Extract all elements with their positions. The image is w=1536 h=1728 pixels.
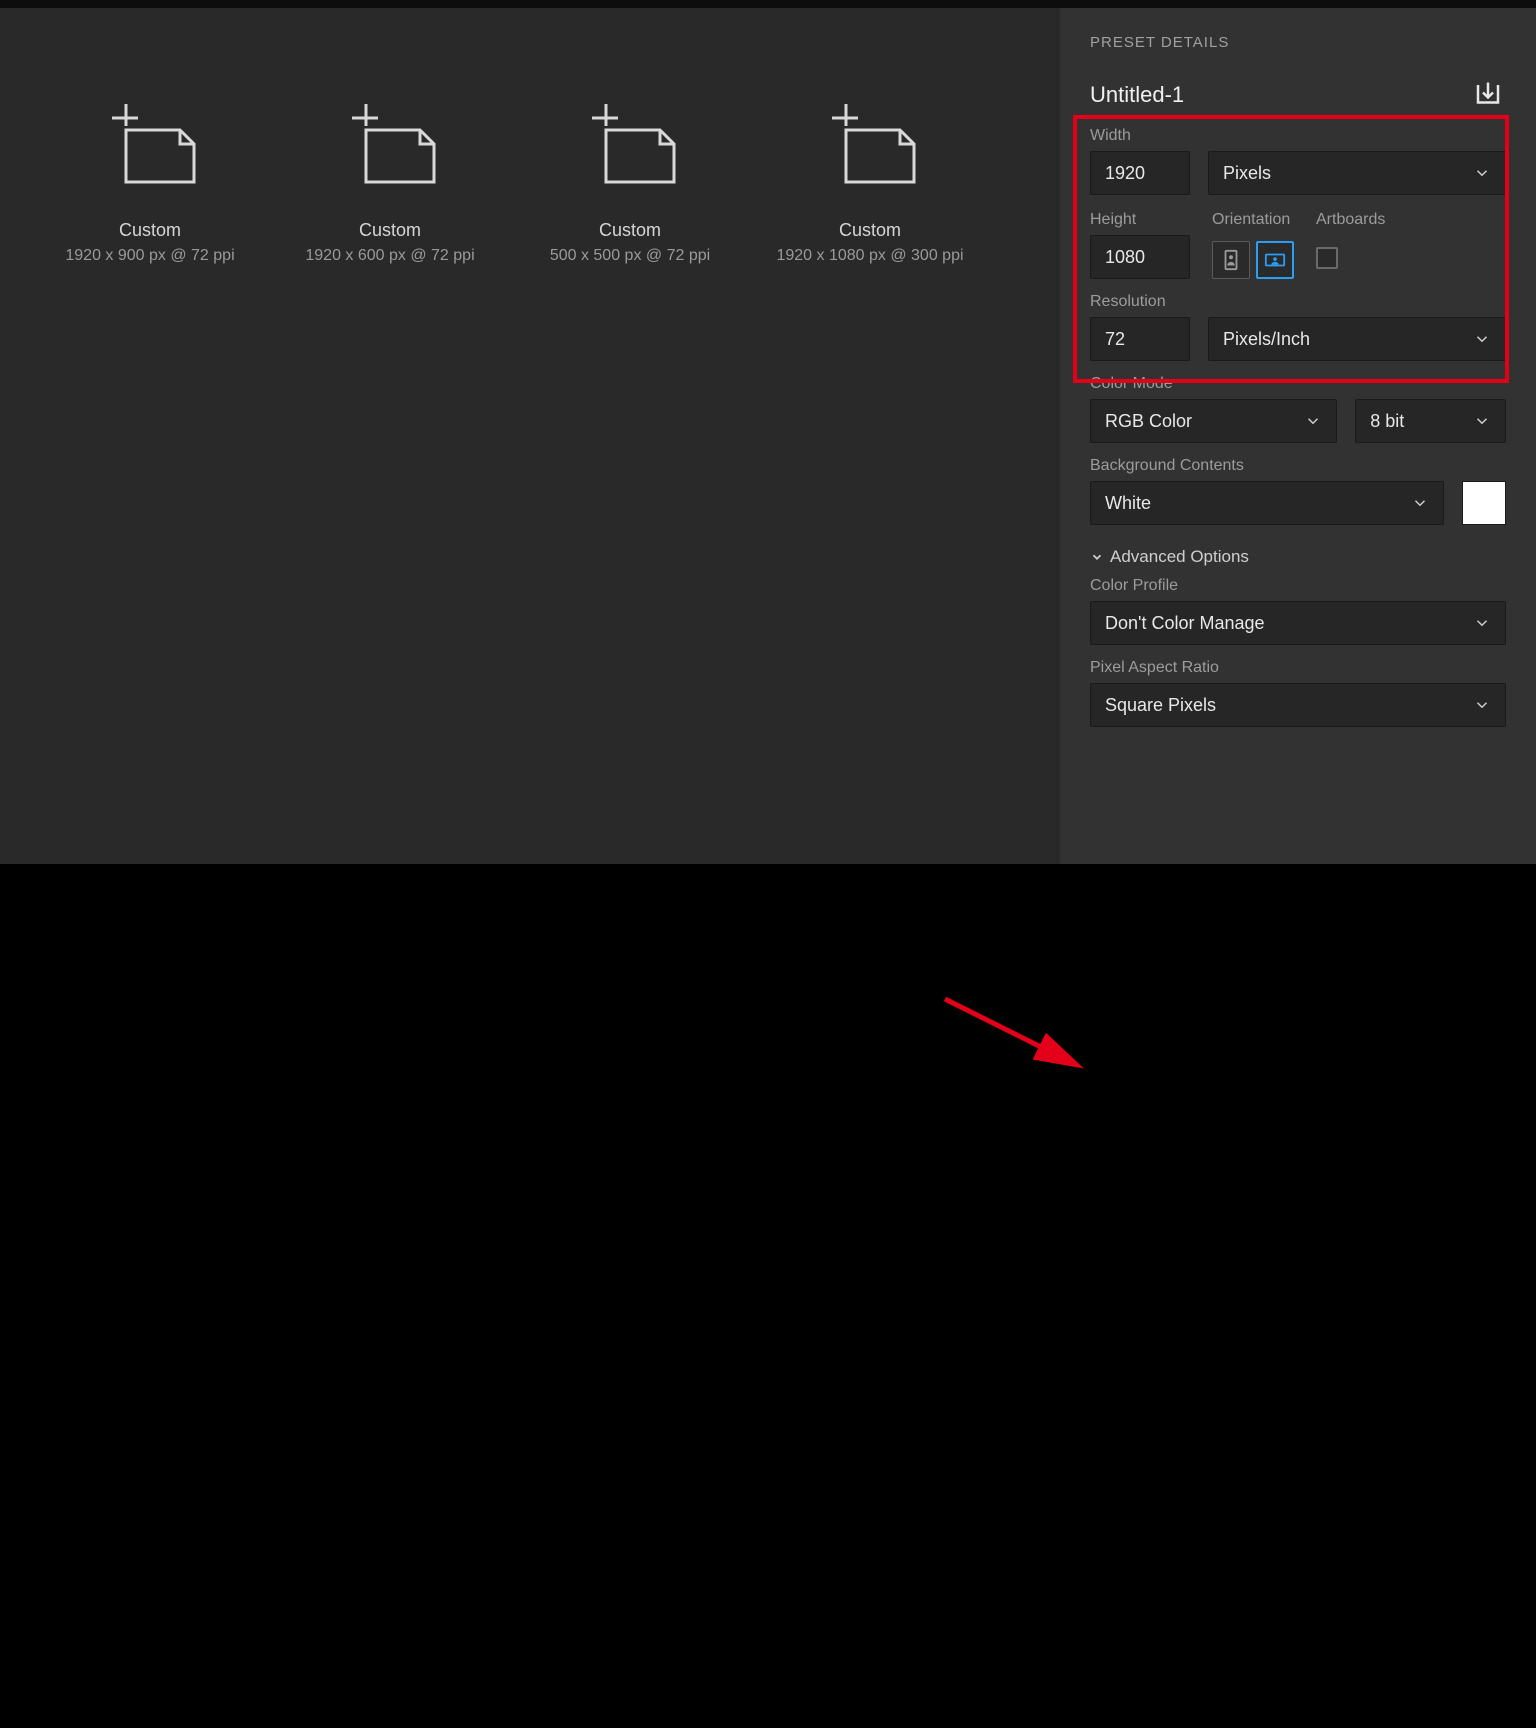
preset-title: Custom (359, 220, 421, 241)
preset-gallery: Custom 1920 x 900 px @ 72 ppi Custom 192… (0, 8, 1060, 864)
preset-meta: 1920 x 900 px @ 72 ppi (65, 247, 234, 265)
advanced-options-toggle[interactable]: Advanced Options (1090, 547, 1506, 567)
preset-card[interactable]: Custom 1920 x 1080 px @ 300 ppi (750, 98, 990, 265)
preset-card[interactable]: Custom 500 x 500 px @ 72 ppi (510, 98, 750, 265)
document-name-input[interactable]: Untitled-1 (1090, 82, 1184, 108)
chevron-down-icon (1411, 494, 1429, 512)
preset-meta: 1920 x 1080 px @ 300 ppi (776, 247, 963, 265)
annotation-arrow (0, 864, 1536, 1728)
document-icon (820, 98, 920, 198)
preset-card[interactable]: Custom 1920 x 600 px @ 72 ppi (270, 98, 510, 265)
artboards-label: Artboards (1316, 211, 1385, 229)
artboards-checkbox[interactable] (1316, 247, 1338, 269)
landscape-icon (1264, 249, 1286, 271)
chevron-down-icon (1473, 696, 1491, 714)
preset-card[interactable]: Custom 1920 x 900 px @ 72 ppi (30, 98, 270, 265)
background-label: Background Contents (1090, 457, 1506, 475)
portrait-icon (1220, 249, 1242, 271)
chevron-down-icon (1090, 550, 1104, 564)
height-input[interactable]: 1080 (1090, 235, 1190, 279)
chevron-down-icon (1473, 412, 1491, 430)
orientation-label: Orientation (1212, 211, 1294, 229)
background-select[interactable]: White (1090, 481, 1444, 525)
resolution-input[interactable]: 72 (1090, 317, 1190, 361)
orientation-portrait-button[interactable] (1212, 241, 1250, 279)
document-icon (340, 98, 440, 198)
color-mode-select[interactable]: RGB Color (1090, 399, 1337, 443)
chevron-down-icon (1473, 330, 1491, 348)
document-icon (100, 98, 200, 198)
chevron-down-icon (1473, 164, 1491, 182)
preset-details-panel: PRESET DETAILS Untitled-1 Width 1920 Pix… (1060, 8, 1536, 864)
save-preset-button[interactable] (1470, 77, 1506, 113)
preset-title: Custom (119, 220, 181, 241)
color-mode-label: Color Mode (1090, 375, 1506, 393)
preset-meta: 500 x 500 px @ 72 ppi (550, 247, 710, 265)
document-icon (580, 98, 680, 198)
orientation-landscape-button[interactable] (1256, 241, 1294, 279)
resolution-label: Resolution (1090, 293, 1506, 311)
color-profile-label: Color Profile (1090, 577, 1506, 595)
preset-meta: 1920 x 600 px @ 72 ppi (305, 247, 474, 265)
resolution-unit-select[interactable]: Pixels/Inch (1208, 317, 1506, 361)
save-icon (1473, 80, 1503, 110)
preset-title: Custom (839, 220, 901, 241)
pixel-ratio-select[interactable]: Square Pixels (1090, 683, 1506, 727)
height-label: Height (1090, 211, 1190, 229)
chevron-down-icon (1473, 614, 1491, 632)
chevron-down-icon (1304, 412, 1322, 430)
width-unit-select[interactable]: Pixels (1208, 151, 1506, 195)
panel-header: PRESET DETAILS (1090, 34, 1506, 51)
bit-depth-select[interactable]: 8 bit (1355, 399, 1506, 443)
width-label: Width (1090, 127, 1506, 145)
background-color-swatch[interactable] (1462, 481, 1506, 525)
pixel-ratio-label: Pixel Aspect Ratio (1090, 659, 1506, 677)
width-input[interactable]: 1920 (1090, 151, 1190, 195)
preset-title: Custom (599, 220, 661, 241)
color-profile-select[interactable]: Don't Color Manage (1090, 601, 1506, 645)
